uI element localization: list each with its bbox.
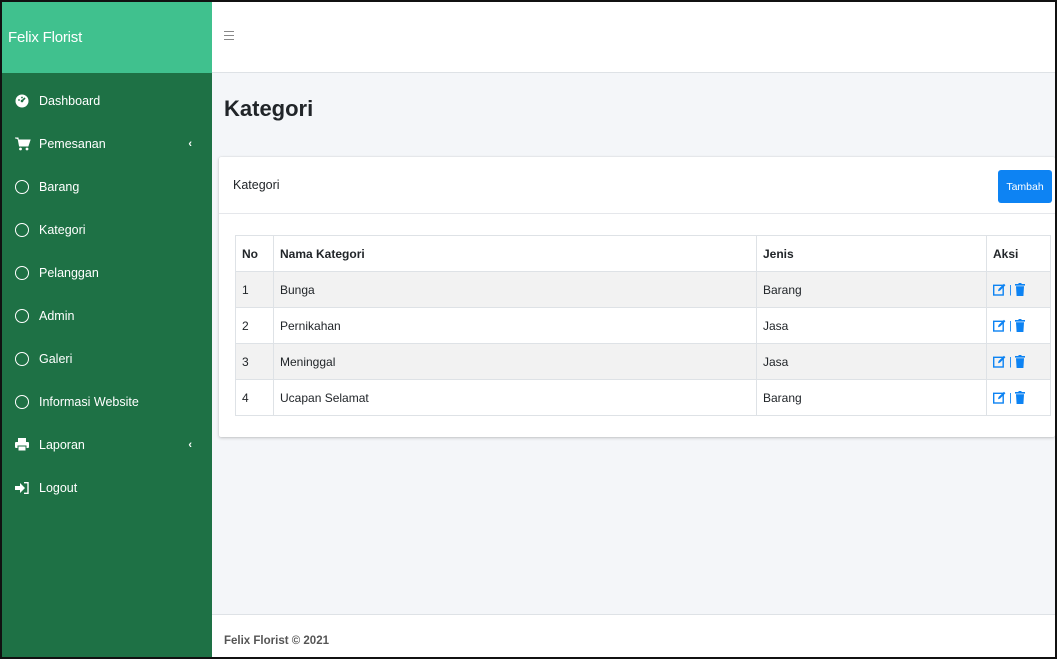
column-header-no[interactable]: No bbox=[235, 235, 274, 272]
cell-nama: Pernikahan bbox=[273, 307, 757, 344]
kategori-card: Kategori Tambah No Nama Kategori Jenis A… bbox=[219, 157, 1055, 437]
shopping-cart-icon bbox=[15, 137, 37, 151]
logout-icon bbox=[15, 481, 37, 494]
cell-no: 1 bbox=[235, 271, 274, 308]
sidebar-item-label: Kategori bbox=[39, 222, 86, 237]
cell-aksi: | bbox=[986, 271, 1051, 308]
table-row: 1 Bunga Barang | bbox=[235, 271, 1051, 308]
cell-jenis: Jasa bbox=[756, 307, 987, 344]
column-header-nama-kategori[interactable]: Nama Kategori bbox=[273, 235, 757, 272]
sidebar-item-label: Laporan bbox=[39, 437, 85, 452]
action-separator: | bbox=[1009, 319, 1012, 332]
cell-jenis: Barang bbox=[756, 379, 987, 416]
circle-icon bbox=[15, 394, 37, 409]
trash-icon[interactable] bbox=[1014, 391, 1025, 404]
sidebar-item-admin[interactable]: Admin bbox=[2, 294, 212, 337]
sidebar-item-label: Pemesanan bbox=[39, 136, 106, 151]
circle-icon bbox=[15, 265, 37, 280]
sidebar: Felix Florist Dashboard Pemesanan ‹ Bara… bbox=[2, 2, 212, 657]
app-window: Felix Florist Dashboard Pemesanan ‹ Bara… bbox=[0, 0, 1057, 659]
cell-jenis: Jasa bbox=[756, 343, 987, 380]
cell-jenis: Barang bbox=[756, 271, 987, 308]
edit-icon[interactable] bbox=[993, 355, 1006, 368]
trash-icon[interactable] bbox=[1014, 355, 1025, 368]
edit-icon[interactable] bbox=[993, 283, 1006, 296]
top-navbar bbox=[212, 2, 1055, 73]
sidebar-item-galeri[interactable]: Galeri bbox=[2, 337, 212, 380]
cell-nama: Meninggal bbox=[273, 343, 757, 380]
action-separator: | bbox=[1009, 283, 1012, 296]
chevron-left-icon: ‹ bbox=[188, 137, 192, 150]
sidebar-item-laporan[interactable]: Laporan ‹ bbox=[2, 423, 212, 466]
action-separator: | bbox=[1009, 391, 1012, 404]
sidebar-item-label: Pelanggan bbox=[39, 265, 99, 280]
sidebar-item-label: Logout bbox=[39, 480, 78, 495]
cell-nama: Bunga bbox=[273, 271, 757, 308]
cell-no: 2 bbox=[235, 307, 274, 344]
table-header-row: No Nama Kategori Jenis Aksi bbox=[235, 235, 1051, 272]
action-separator: | bbox=[1009, 355, 1012, 368]
edit-icon[interactable] bbox=[993, 319, 1006, 332]
sidebar-item-pelanggan[interactable]: Pelanggan bbox=[2, 251, 212, 294]
kategori-table: No Nama Kategori Jenis Aksi 1 Bunga Bara… bbox=[235, 235, 1051, 416]
page-title: Kategori bbox=[224, 96, 314, 121]
dashboard-icon bbox=[15, 94, 37, 108]
table-row: 3 Meninggal Jasa | bbox=[235, 343, 1051, 380]
card-header: Kategori Tambah bbox=[219, 157, 1055, 214]
table-row: 4 Ucapan Selamat Barang | bbox=[235, 379, 1051, 416]
footer: Felix Florist © 2021 bbox=[212, 614, 1055, 657]
sidebar-item-label: Admin bbox=[39, 308, 75, 323]
brand-logo[interactable]: Felix Florist bbox=[2, 2, 212, 73]
print-icon bbox=[15, 438, 37, 451]
column-header-jenis[interactable]: Jenis bbox=[756, 235, 987, 272]
trash-icon[interactable] bbox=[1014, 283, 1025, 296]
sidebar-item-logout[interactable]: Logout bbox=[2, 466, 212, 509]
sidebar-item-kategori[interactable]: Kategori bbox=[2, 208, 212, 251]
table-row: 2 Pernikahan Jasa | bbox=[235, 307, 1051, 344]
cell-aksi: | bbox=[986, 343, 1051, 380]
sidebar-item-barang[interactable]: Barang bbox=[2, 165, 212, 208]
cell-nama: Ucapan Selamat bbox=[273, 379, 757, 416]
sidebar-item-pemesanan[interactable]: Pemesanan ‹ bbox=[2, 122, 212, 165]
trash-icon[interactable] bbox=[1014, 319, 1025, 332]
cell-no: 3 bbox=[235, 343, 274, 380]
menu-toggle-icon[interactable] bbox=[224, 31, 237, 41]
circle-icon bbox=[15, 308, 37, 323]
sidebar-item-label: Galeri bbox=[39, 351, 73, 366]
cell-aksi: | bbox=[986, 379, 1051, 416]
sidebar-item-dashboard[interactable]: Dashboard bbox=[2, 79, 212, 122]
sidebar-item-label: Barang bbox=[39, 179, 80, 194]
cell-aksi: | bbox=[986, 307, 1051, 344]
column-header-aksi: Aksi bbox=[986, 235, 1051, 272]
circle-icon bbox=[15, 179, 37, 194]
sidebar-nav: Dashboard Pemesanan ‹ Barang Kategori Pe… bbox=[2, 73, 212, 509]
edit-icon[interactable] bbox=[993, 391, 1006, 404]
sidebar-item-label: Informasi Website bbox=[39, 394, 139, 409]
circle-icon bbox=[15, 351, 37, 366]
cell-no: 4 bbox=[235, 379, 274, 416]
card-title: Kategori bbox=[233, 178, 280, 192]
chevron-left-icon: ‹ bbox=[188, 438, 192, 451]
sidebar-item-informasi-website[interactable]: Informasi Website bbox=[2, 380, 212, 423]
circle-icon bbox=[15, 222, 37, 237]
sidebar-item-label: Dashboard bbox=[39, 93, 101, 108]
tambah-button[interactable]: Tambah bbox=[998, 170, 1052, 203]
footer-copyright: Felix Florist © 2021 bbox=[224, 635, 329, 647]
